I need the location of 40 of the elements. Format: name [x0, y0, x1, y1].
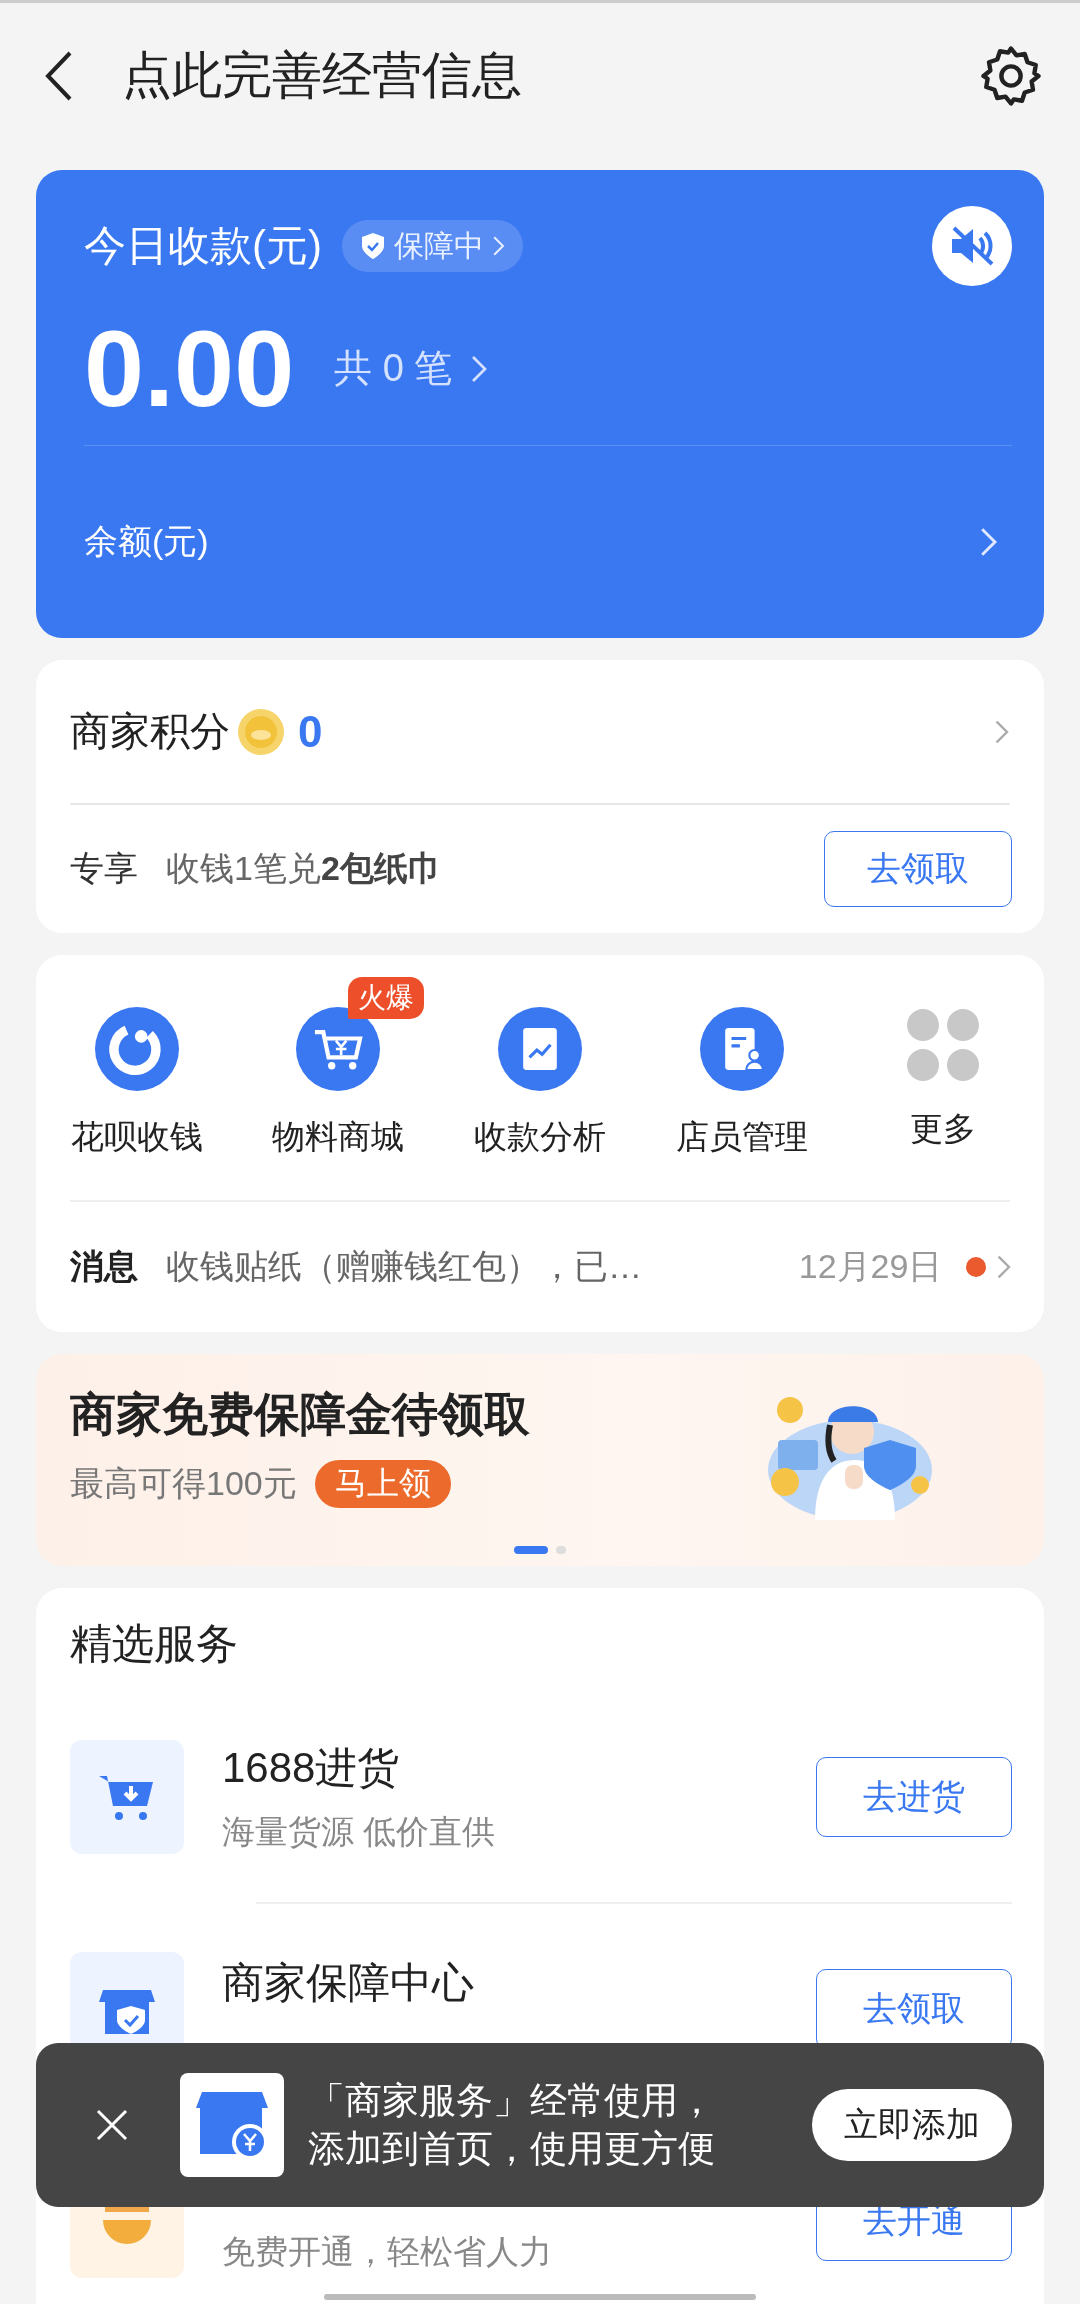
chevron-right-icon [978, 526, 998, 558]
hot-badge: 火爆 [348, 977, 425, 1019]
message-text[interactable]: 收钱贴纸（赠赚钱红包），已… [166, 1244, 799, 1290]
more-icon [905, 1007, 982, 1083]
message-label: 消息 [70, 1246, 138, 1287]
income-amount: 0.00 [84, 307, 295, 431]
service-button[interactable]: 去进货 [816, 1757, 1012, 1837]
shortcut-item[interactable]: 花呗收钱 [70, 1007, 203, 1160]
shortcut-item[interactable]: 收款分析 [474, 1007, 606, 1160]
message-date: 12月29日 [798, 1246, 943, 1287]
points-label[interactable]: 商家积分 [70, 704, 230, 759]
balance-label[interactable]: 余额(元) [84, 519, 209, 565]
toast-message: 「商家服务」经常使用， 添加到首页，使用更方便 [308, 2078, 716, 2171]
page-title[interactable]: 点此完善经营信息 [122, 42, 930, 109]
chevron-right-icon [996, 1254, 1012, 1280]
back-icon[interactable] [44, 49, 74, 102]
coin-icon [236, 706, 286, 757]
service-title[interactable]: 商家保障中心 [222, 1955, 816, 2011]
staff-icon [699, 1007, 784, 1091]
shortcut-item[interactable]: 店员管理 [675, 1007, 808, 1160]
banner-title: 商家免费保障金待领取 [70, 1387, 531, 1442]
income-title: 今日收款(元) [84, 221, 322, 271]
points-value: 0 [298, 706, 324, 757]
chart-icon [498, 1007, 582, 1091]
chevron-right-icon [994, 718, 1010, 745]
promo-text: 收钱1笔兑2包纸巾 [166, 848, 443, 889]
swirl-icon [94, 1007, 179, 1091]
add-now-button[interactable]: 立即添加 [812, 2089, 1012, 2161]
chevron-right-icon [492, 235, 506, 257]
chevron-right-icon [470, 353, 489, 384]
exclusive-tag: 专享 [70, 846, 138, 892]
section-title: 精选服务 [69, 1619, 239, 1669]
claim-button[interactable]: 去领取 [824, 831, 1012, 907]
shield-icon [360, 232, 386, 260]
service-title[interactable]: 1688进货 [222, 1739, 816, 1796]
banner-subtitle: 最高可得100元 [70, 1463, 297, 1504]
shortcut-item[interactable]: 更多 [905, 1007, 982, 1152]
service-subtitle: 免费开通，轻松省人力 [222, 2231, 553, 2272]
promo-banner[interactable]: 商家免费保障金待领取 最高可得100元 马上领 [36, 1354, 1044, 1566]
service-subtitle: 海量货源 低价直供 [222, 1811, 497, 1852]
